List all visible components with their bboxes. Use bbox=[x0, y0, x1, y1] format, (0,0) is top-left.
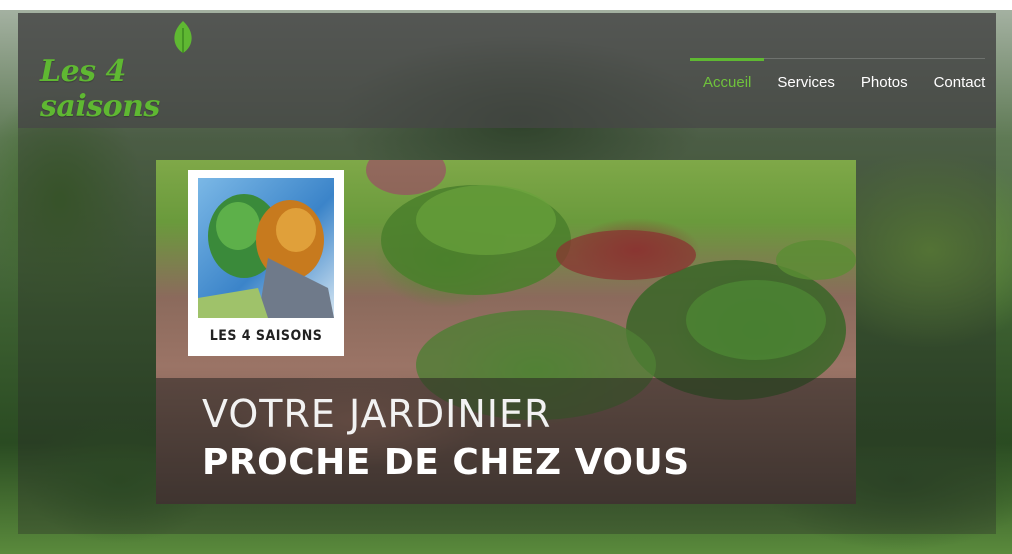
logo-text: Les 4 saisons bbox=[40, 54, 160, 124]
nav-item-photos[interactable]: Photos bbox=[848, 58, 921, 98]
nav-item-contact[interactable]: Contact bbox=[921, 58, 999, 98]
brand-badge: LES 4 SAISONS bbox=[188, 170, 344, 356]
hero-title-line2: PROCHE DE CHEZ VOUS bbox=[202, 442, 690, 483]
badge-tree-illustration bbox=[198, 178, 334, 318]
hero-title-line1: VOTRE JARDINIER bbox=[202, 392, 552, 436]
nav-item-accueil[interactable]: Accueil bbox=[690, 58, 765, 98]
leaf-icon bbox=[174, 21, 192, 53]
badge-text: LES 4 SAISONS bbox=[209, 328, 323, 344]
nav-item-services[interactable]: Services bbox=[764, 58, 848, 98]
main-nav: Accueil Services Photos Contact bbox=[690, 58, 998, 98]
site-logo[interactable]: Les 4 saisons bbox=[38, 20, 228, 124]
